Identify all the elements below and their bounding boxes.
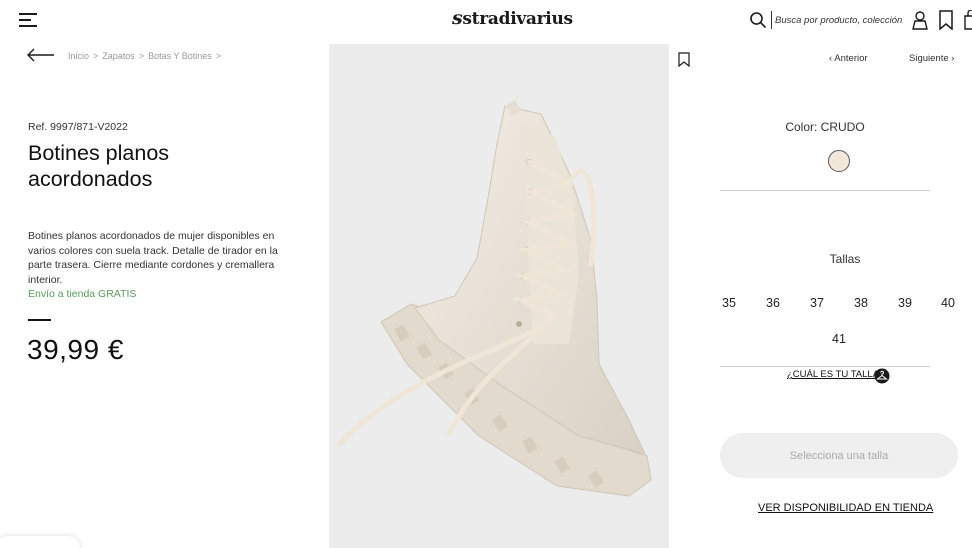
prev-label: Anterior (834, 53, 868, 64)
prev-product-link[interactable]: ‹ Anterior (829, 53, 868, 64)
search-input[interactable] (771, 11, 903, 29)
product-image (336, 100, 652, 497)
size-guide-link[interactable]: ¿CUÁL ES TU TALLA? (787, 369, 884, 380)
select-size-button[interactable]: Selecciona una talla (720, 433, 958, 478)
breadcrumb-item-botas[interactable]: Botas Y Botines (148, 51, 212, 61)
chat-widget[interactable] (0, 536, 80, 548)
hamburger-icon[interactable] (19, 12, 37, 28)
back-arrow-icon[interactable] (26, 48, 56, 62)
color-swatch-crudo[interactable] (828, 150, 850, 172)
size-option-35[interactable]: 35 (722, 296, 736, 310)
divider (720, 366, 930, 367)
breadcrumb: Inicio > Zapatos > Botas Y Botines > (68, 51, 225, 61)
size-option-39[interactable]: 39 (898, 296, 912, 310)
size-option-38[interactable]: 38 (854, 296, 868, 310)
price-divider (28, 319, 51, 321)
store-availability-link[interactable]: VER DISPONIBILIDAD EN TIENDA (758, 502, 933, 514)
breadcrumb-item-inicio[interactable]: Inicio (68, 51, 89, 61)
next-product-link[interactable]: Siguiente › (909, 53, 954, 64)
breadcrumb-separator: > (138, 51, 145, 61)
color-label: Color: CRUDO (785, 120, 865, 134)
divider (720, 190, 930, 191)
logo-mark: s (452, 7, 463, 29)
sizes-label: Tallas (829, 252, 861, 266)
breadcrumb-separator: > (93, 51, 99, 61)
product-title: Botines planos acordonados (28, 141, 170, 191)
bag-icon[interactable] (964, 10, 972, 30)
next-label: Siguiente (909, 53, 949, 64)
breadcrumb-separator: > (215, 51, 222, 61)
size-option-41[interactable]: 41 (832, 332, 846, 346)
breadcrumb-item-zapatos[interactable]: Zapatos (102, 51, 135, 61)
size-option-37[interactable]: 37 (810, 296, 824, 310)
hanger-icon[interactable] (874, 368, 890, 384)
logo[interactable]: sstradivarius (452, 7, 573, 29)
logo-text: stradivarius (462, 9, 573, 29)
product-description: Botines planos acordonados de mujer disp… (28, 230, 278, 286)
user-icon[interactable] (911, 10, 929, 30)
header: sstradivarius (0, 0, 972, 42)
size-option-36[interactable]: 36 (766, 296, 780, 310)
size-option-40[interactable]: 40 (941, 296, 955, 310)
product-price: 39,99 € (27, 334, 124, 365)
bookmark-icon[interactable] (938, 10, 954, 30)
chevron-right-icon: › (948, 53, 955, 64)
product-ref: Ref. 9997/871-V2022 (28, 121, 128, 133)
product-image-panel[interactable] (329, 44, 669, 548)
bookmark-icon[interactable] (678, 52, 690, 67)
shipping-info: Envío a tienda GRATIS (28, 288, 137, 300)
search-icon[interactable] (749, 11, 767, 29)
swatch-fill (831, 153, 846, 168)
